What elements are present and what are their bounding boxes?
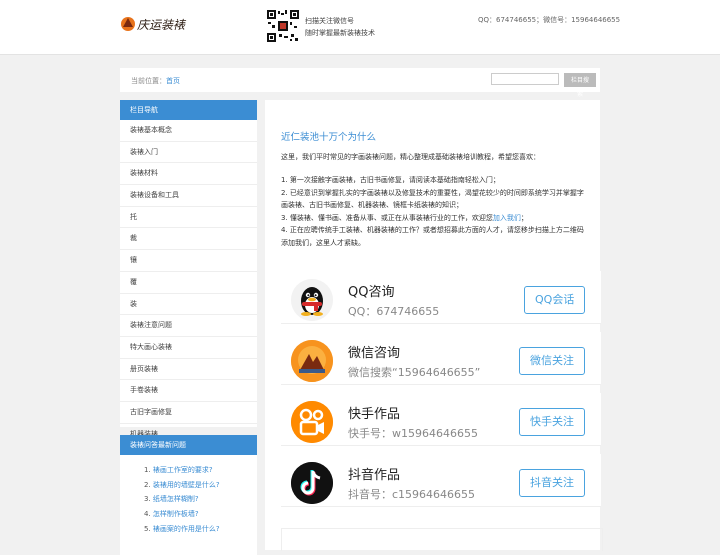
contact-card-qq: QQ咨询 QQ：674746655 QQ会话 xyxy=(281,271,601,324)
contact-card-wechat: 微信咨询 微信搜索“15964646655” 微信关注 xyxy=(281,332,601,385)
sidebar-item[interactable]: 镶 xyxy=(120,250,257,272)
site-header: 庆运装裱 扫描关注微信号 随时掌握最新装裱技术 QQ：674746655；微信号… xyxy=(0,0,720,55)
logo-text: 庆运装裱 xyxy=(137,18,187,32)
qa-item-number: 1. xyxy=(144,466,151,474)
sidebar-item[interactable]: 册页装裱 xyxy=(120,359,257,381)
qq-penguin-icon xyxy=(291,279,333,321)
site-logo[interactable]: 庆运装裱 xyxy=(120,12,192,36)
qa-item-number: 5. xyxy=(144,524,151,533)
tip-item: 2. 已经意识到掌握扎实的字画装裱以及修复技术的重要性，渴望花较少的时间即系统学… xyxy=(281,188,584,210)
tips-list: 1. 第一次接触字画装裱，古旧书画修复，请阅读本基础指南轻松入门； 2. 已经意… xyxy=(281,174,586,250)
breadcrumb-home-link[interactable]: 首页 xyxy=(166,76,180,86)
qa-item[interactable]: 2. 装裱用的墙壁是什么? xyxy=(144,478,257,493)
breadcrumb-label: 当前位置： xyxy=(131,77,166,85)
page-title: 近仁装池十万个为什么 xyxy=(281,132,377,143)
sidebar-qa-title: 装裱问答最新问题 xyxy=(120,435,257,455)
card-subtitle: QQ：674746655 xyxy=(348,305,440,318)
qa-item-link[interactable]: 怎样制作板墙? xyxy=(153,510,199,518)
sidebar-item[interactable]: 托 xyxy=(120,207,257,229)
qa-item-link[interactable]: 纸墙怎样糊制? xyxy=(153,495,199,503)
card-subtitle: 抖音号：c15964646655 xyxy=(348,488,476,501)
intro-text: 这里，我们平时常见的字画装裱问题，精心整理成基础装裱培训教程，希望您喜欢： xyxy=(281,153,540,161)
contact-card-kuaishou: 快手作品 快手号：w15964646655 快手关注 xyxy=(281,393,601,446)
qa-item[interactable]: 3. 纸墙怎样糊制? xyxy=(144,492,257,507)
sidebar-nav: 栏目导航 装裱基本概念 装裱入门 装裱材料 装裱设备和工具 托 裁 镶 覆 装 … xyxy=(120,100,257,446)
sidebar-nav-title: 栏目导航 xyxy=(120,100,257,120)
sidebar-item[interactable]: 装裱注意问题 xyxy=(120,315,257,337)
douyin-icon xyxy=(291,462,333,504)
breadcrumb-bar: 当前位置： 首页 栏目搜索 xyxy=(120,68,600,98)
card-title: 抖音作品 xyxy=(348,468,401,483)
sidebar-item[interactable]: 装 xyxy=(120,294,257,316)
qa-item-link[interactable]: 裱画工作室的要求? xyxy=(153,466,213,474)
tip-text: 3. 懂装裱、懂书画、准备从事、或正在从事装裱行业的工作，欢迎您 xyxy=(281,213,493,222)
qa-item[interactable]: 1. 裱画工作室的要求? xyxy=(144,463,257,478)
contact-info: QQ：674746655；微信号：15964646655 xyxy=(478,16,621,24)
card-title: QQ咨询 xyxy=(348,285,395,300)
search-button[interactable]: 栏目搜索 xyxy=(564,73,596,98)
qr-caption: 扫描关注微信号 随时掌握最新装裱技术 xyxy=(305,15,375,39)
qa-item-number: 4. xyxy=(144,510,151,519)
kuaishou-follow-button[interactable]: 快手关注 xyxy=(519,408,585,436)
search-input[interactable] xyxy=(491,73,559,85)
tip-item: 1. 第一次接触字画装裱，古旧书画修复，请阅读本基础指南轻松入门； xyxy=(281,176,500,184)
kuaishou-icon xyxy=(291,401,333,443)
wechat-avatar-icon xyxy=(291,340,333,382)
sidebar-item[interactable]: 装裱设备和工具 xyxy=(120,185,257,207)
qq-chat-button[interactable]: QQ会话 xyxy=(524,286,586,314)
contact-card-douyin: 抖音作品 抖音号：c15964646655 抖音关注 xyxy=(281,454,601,507)
tip-item: 3. 懂装裱、懂书画、准备从事、或正在从事装裱行业的工作，欢迎您加入我们； xyxy=(281,212,586,225)
qa-item[interactable]: 5. 裱画案的作用是什么? xyxy=(144,522,257,537)
qr-code xyxy=(266,9,300,43)
sidebar-item[interactable]: 特大画心装裱 xyxy=(120,337,257,359)
sidebar-item[interactable]: 装裱入门 xyxy=(120,142,257,164)
sidebar-item[interactable]: 装裱材料 xyxy=(120,163,257,186)
qa-item-link[interactable]: 装裱用的墙壁是什么? xyxy=(153,481,220,489)
card-title: 快手作品 xyxy=(348,407,401,422)
sidebar-item[interactable]: 装裱基本概念 xyxy=(120,120,257,142)
main-content: 近仁装池十万个为什么 这里，我们平时常见的字画装裱问题，精心整理成基础装裱培训教… xyxy=(265,100,603,551)
qa-item-number: 3. xyxy=(144,495,151,504)
sidebar-item[interactable]: 覆 xyxy=(120,272,257,294)
wechat-follow-button[interactable]: 微信关注 xyxy=(519,347,585,375)
tip-text-end: ； xyxy=(520,213,528,222)
sidebar-item[interactable]: 古旧字画修复 xyxy=(120,402,257,424)
sidebar-item[interactable]: 裁 xyxy=(120,228,257,251)
card-subtitle: 快手号：w15964646655 xyxy=(348,427,478,440)
qr-line-1: 扫描关注微信号 xyxy=(305,17,354,25)
tip-item: 4. 正在应聘传统手工装裱、机器装裱的工作？或者想招募此方面的人才，请您移步扫描… xyxy=(281,226,584,247)
qa-item[interactable]: 4. 怎样制作板墙? xyxy=(144,507,257,522)
join-us-link[interactable]: 加入我们 xyxy=(493,214,521,222)
qa-list: 1. 裱画工作室的要求? 2. 装裱用的墙壁是什么? 3. 纸墙怎样糊制? 4.… xyxy=(120,463,257,536)
sidebar-qa: 装裱问答最新问题 1. 裱画工作室的要求? 2. 装裱用的墙壁是什么? 3. 纸… xyxy=(120,435,257,555)
douyin-follow-button[interactable]: 抖音关注 xyxy=(519,469,585,497)
qa-item-link[interactable]: 裱画案的作用是什么? xyxy=(153,525,220,533)
card-subtitle: 微信搜索“15964646655” xyxy=(348,366,481,379)
card-title: 微信咨询 xyxy=(348,346,401,361)
qa-item-number: 2. xyxy=(144,480,151,489)
qr-line-2: 随时掌握最新装裱技术 xyxy=(305,29,375,37)
sidebar-item[interactable]: 手卷装裱 xyxy=(120,380,257,402)
